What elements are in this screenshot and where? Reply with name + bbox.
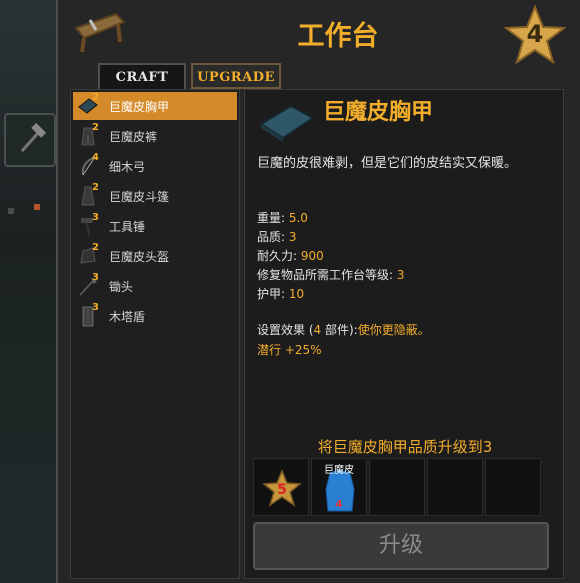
stat-label: 修复物品所需工作台等级:: [257, 268, 397, 282]
requirement-slot-empty: [485, 458, 541, 516]
upgrade-title: 将巨魔皮胸甲品质升级到3: [317, 438, 493, 456]
recipe-quality: 3: [92, 272, 99, 283]
debris-dot: [8, 208, 14, 214]
stat-quality: 品质: 3: [257, 228, 405, 247]
recipe-item-fine-bow[interactable]: 4 细木弓: [73, 152, 237, 180]
item-stats: 重量: 5.0 品质: 3 耐久力: 900 修复物品所需工作台等级: 3 护甲…: [257, 209, 405, 304]
recipe-item-troll-helmet[interactable]: 2 巨魔皮头盔: [73, 242, 237, 270]
set-effect-middle: 部件):: [321, 323, 358, 337]
recipe-item-hammer[interactable]: 3 工具锤: [73, 212, 237, 240]
stat-value: 900: [300, 249, 324, 263]
requirement-slot-empty: [427, 458, 483, 516]
hotbar-slot-hammer[interactable]: [4, 113, 56, 167]
material-name: 巨魔皮: [324, 465, 354, 476]
recipe-item-hoe[interactable]: 3 锄头: [73, 272, 237, 300]
stat-repair-level: 修复物品所需工作台等级: 3: [257, 266, 405, 285]
stat-weight: 重量: 5.0: [257, 209, 405, 228]
material-count: 4: [335, 499, 343, 510]
recipe-quality: 3: [92, 212, 99, 223]
stat-value: 3: [396, 268, 405, 282]
stat-label: 重量:: [257, 211, 289, 225]
stat-armor: 护甲: 10: [257, 285, 405, 304]
station-star-value: 5: [277, 482, 287, 498]
recipe-list: 2 巨魔皮胸甲 2 巨魔皮裤 4 细木弓 2 巨魔皮斗篷 3 工具锤 2 巨魔皮…: [70, 89, 240, 579]
item-detail: 巨魔皮胸甲 巨魔的皮很难剥，但是它们的皮结实又保暖。 重量: 5.0 品质: 3…: [244, 89, 564, 579]
recipe-quality: 4: [92, 152, 99, 163]
hammer-icon: [20, 123, 47, 152]
recipe-label: 巨魔皮头盔: [109, 250, 170, 264]
station-title: 工作台: [297, 21, 379, 52]
workbench-icon: [74, 12, 126, 53]
recipe-label: 细木弓: [109, 160, 146, 174]
chest-armor-icon: [259, 104, 315, 142]
recipe-label: 木塔盾: [109, 310, 146, 324]
ember-dot: [34, 204, 40, 210]
recipe-item-troll-legs[interactable]: 2 巨魔皮裤: [73, 122, 237, 150]
recipe-label: 工具锤: [109, 220, 146, 234]
set-effect-bonus: 潜行 +25%: [257, 343, 322, 357]
requirement-slot-empty: [369, 458, 425, 516]
crafting-panel: 工作台 4 CRAFT UPGRADE 2 巨魔皮胸甲 2 巨魔皮裤 4 细木弓…: [56, 0, 580, 583]
recipe-quality: 2: [92, 182, 99, 193]
stat-label: 耐久力:: [257, 249, 301, 263]
stat-value: 3: [288, 230, 297, 244]
stat-durability: 耐久力: 900: [257, 247, 405, 266]
station-level-badge: 4: [503, 4, 567, 66]
recipe-item-troll-chest[interactable]: 2 巨魔皮胸甲: [73, 92, 237, 120]
requirement-slot-material: 巨魔皮 4: [311, 458, 367, 516]
recipe-label: 巨魔皮裤: [109, 130, 158, 144]
recipe-label: 巨魔皮斗篷: [109, 190, 170, 204]
item-description: 巨魔的皮很难剥，但是它们的皮结实又保暖。: [257, 156, 518, 171]
star-icon: 5: [262, 469, 302, 507]
upgrade-button[interactable]: 升级: [253, 522, 549, 570]
station-level-value: 4: [526, 20, 544, 48]
stat-value: 10: [288, 287, 305, 301]
recipe-quality: 2: [92, 242, 99, 253]
item-name: 巨魔皮胸甲: [323, 100, 434, 125]
tab-upgrade[interactable]: UPGRADE: [191, 63, 281, 89]
recipe-item-tower-shield[interactable]: 3 木塔盾: [73, 302, 237, 330]
stat-value: 5.0: [288, 211, 308, 225]
recipe-quality: 2: [92, 92, 99, 103]
set-effect: 设置效果 (4 部件):使你更隐蔽。 潜行 +25%: [257, 320, 430, 360]
set-effect-count: 4: [313, 323, 322, 337]
world-background: [0, 0, 58, 583]
recipe-label: 巨魔皮胸甲: [109, 100, 170, 114]
set-effect-prefix: 设置效果 (: [257, 323, 314, 337]
recipe-quality: 3: [92, 302, 99, 313]
requirement-slot-station: 5: [253, 458, 309, 516]
set-effect-text: 使你更隐蔽。: [357, 323, 430, 337]
tab-craft[interactable]: CRAFT: [98, 63, 186, 89]
set-effect-line: 设置效果 (4 部件):使你更隐蔽。: [257, 320, 430, 340]
stat-label: 护甲:: [257, 287, 289, 301]
recipe-label: 锄头: [109, 280, 134, 294]
stat-label: 品质:: [257, 230, 289, 244]
recipe-item-troll-cape[interactable]: 2 巨魔皮斗篷: [73, 182, 237, 210]
recipe-quality: 2: [92, 122, 99, 133]
